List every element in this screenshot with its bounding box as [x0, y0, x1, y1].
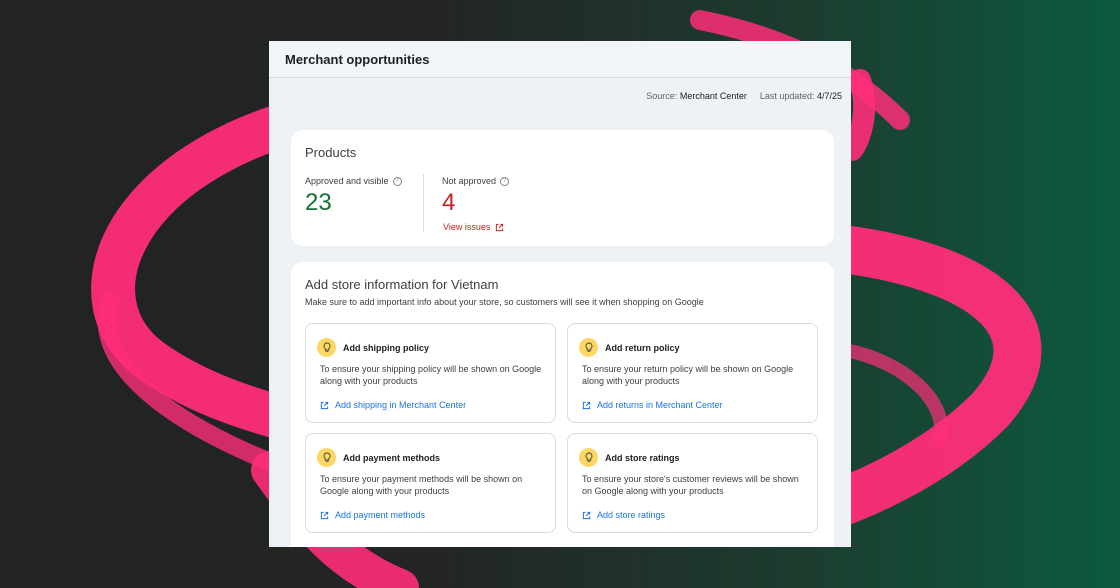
not-approved-metric: Not approved ? 4 — [442, 176, 510, 217]
lightbulb-icon — [579, 338, 598, 357]
help-circle-icon[interactable]: ? — [392, 176, 402, 186]
store-info-subtitle: Make sure to add important info about yo… — [305, 297, 704, 307]
add-payment-methods-link[interactable]: Add payment methods — [320, 510, 425, 520]
source-value: Merchant Center — [679, 91, 747, 101]
not-approved-label: Not approved — [442, 176, 497, 186]
tile-title: Add return policy — [605, 343, 680, 353]
tile-link-label: Add returns in Merchant Center — [597, 400, 723, 410]
add-shipping-link[interactable]: Add shipping in Merchant Center — [320, 400, 466, 410]
merchant-opportunities-panel: Merchant opportunities Source: Merchant … — [269, 41, 851, 547]
updated-value: 4/7/25 — [816, 91, 842, 101]
tile-description: To ensure your store's customer reviews … — [582, 474, 799, 496]
external-link-icon — [320, 401, 329, 410]
view-issues-label: View issues — [443, 222, 491, 232]
metric-divider — [423, 174, 424, 232]
products-title: Products — [305, 145, 357, 160]
external-link-icon — [582, 511, 591, 520]
store-info-card: Add store information for Vietnam Make s… — [291, 262, 834, 547]
store-info-title: Add store information for Vietnam — [305, 277, 499, 292]
approved-value: 23 — [305, 189, 332, 216]
external-link-icon — [495, 223, 504, 232]
add-returns-link[interactable]: Add returns in Merchant Center — [582, 400, 723, 410]
external-link-icon — [582, 401, 591, 410]
source-label: Source: — [646, 91, 678, 101]
tile-title: Add shipping policy — [343, 343, 429, 353]
tile-title: Add payment methods — [343, 453, 441, 463]
store-ratings-tile: Add store ratings To ensure your store's… — [567, 433, 818, 533]
panel-meta: Source: Merchant Center Last updated: 4/… — [646, 91, 842, 101]
lightbulb-icon — [317, 338, 336, 357]
products-card: Products Approved and visible ? 23 Not a… — [291, 130, 834, 246]
tile-description: To ensure your shipping policy will be s… — [320, 364, 542, 386]
updated-label: Last updated: — [759, 91, 815, 101]
view-issues-link[interactable]: View issues — [443, 222, 504, 232]
shipping-policy-tile: Add shipping policy To ensure your shipp… — [305, 323, 556, 423]
add-store-ratings-link[interactable]: Add store ratings — [582, 510, 665, 520]
return-policy-tile: Add return policy To ensure your return … — [567, 323, 818, 423]
tile-link-label: Add shipping in Merchant Center — [335, 400, 467, 410]
not-approved-value: 4 — [442, 189, 456, 216]
tile-description: To ensure your payment methods will be s… — [320, 474, 523, 496]
panel-header: Merchant opportunities — [269, 41, 851, 78]
payment-methods-tile: Add payment methods To ensure your payme… — [305, 433, 556, 533]
tile-description: To ensure your return policy will be sho… — [582, 364, 794, 386]
tile-link-label: Add store ratings — [597, 510, 666, 520]
lightbulb-icon — [579, 448, 598, 467]
help-circle-icon[interactable]: ? — [500, 176, 510, 186]
external-link-icon — [320, 511, 329, 520]
tile-link-label: Add payment methods — [335, 510, 426, 520]
lightbulb-icon — [317, 448, 336, 467]
approved-metric: Approved and visible ? 23 — [305, 176, 402, 217]
approved-label: Approved and visible — [305, 176, 389, 186]
panel-title: Merchant opportunities — [285, 51, 430, 67]
tile-title: Add store ratings — [605, 453, 680, 463]
